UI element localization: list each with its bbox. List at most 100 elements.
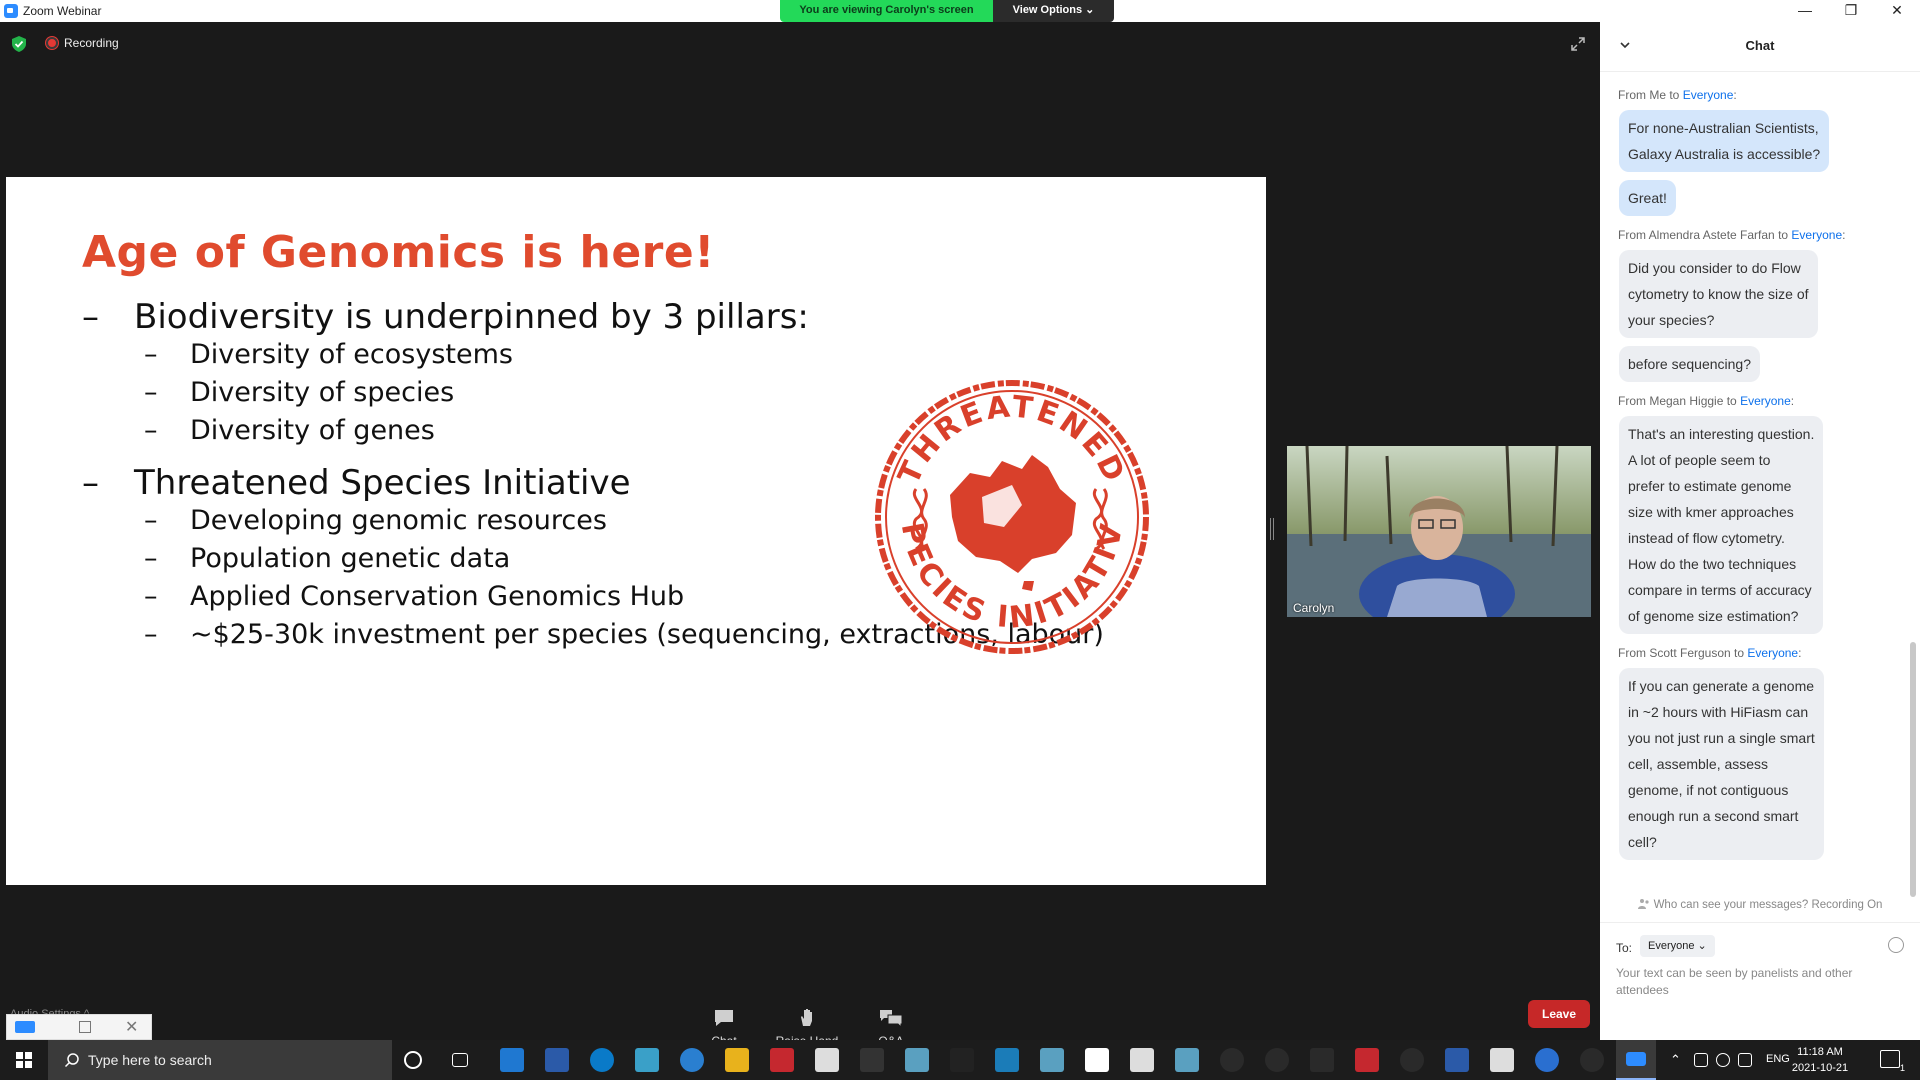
github-icon[interactable] — [1400, 1048, 1424, 1072]
notification-icon[interactable]: 1 — [1880, 1050, 1905, 1073]
app-icon-cyan-3[interactable] — [1175, 1048, 1199, 1072]
restore-button[interactable]: ❐ — [1828, 0, 1874, 22]
chat-message-input[interactable] — [1616, 965, 1906, 1025]
app-icon-shield[interactable] — [1445, 1048, 1469, 1072]
leave-button[interactable]: Leave — [1528, 1000, 1590, 1028]
chat-message-line: Great! — [1628, 190, 1667, 206]
app-icon-grey[interactable] — [815, 1048, 839, 1072]
app-icon-w[interactable] — [1310, 1048, 1334, 1072]
sender-suffix: : — [1798, 646, 1802, 660]
close-button[interactable]: ✕ — [1874, 0, 1920, 22]
r-app-icon[interactable] — [1535, 1048, 1559, 1072]
recipient-link[interactable]: Everyone — [1683, 88, 1734, 102]
taskbar-clock[interactable]: 11:18 AM 2021-10-21 — [1790, 1044, 1850, 1076]
battery-icon[interactable] — [1694, 1053, 1708, 1067]
chat-message-line: genome, if not contiguous — [1628, 782, 1789, 798]
bullet-text: Biodiversity is underpinned by 3 pillars… — [134, 297, 809, 337]
chat-message-sender: From Megan Higgie to Everyone: — [1618, 394, 1794, 408]
edge-icon[interactable] — [590, 1048, 614, 1072]
slide-bullet: – Diversity of genes — [144, 415, 435, 446]
app-icon-circle[interactable] — [1220, 1048, 1244, 1072]
zoom-mini-icon[interactable] — [15, 1021, 35, 1033]
app-icon-white[interactable] — [1085, 1048, 1109, 1072]
bullet-dash: – — [144, 619, 158, 650]
chat-scrollbar[interactable] — [1910, 642, 1916, 897]
bullet-text: Diversity of ecosystems — [190, 339, 513, 370]
participant-video[interactable]: Carolyn — [1287, 446, 1591, 617]
app-icon-grey-3[interactable] — [1490, 1048, 1514, 1072]
file-explorer-icon[interactable] — [725, 1048, 749, 1072]
slide-bullet: – Applied Conservation Genomics Hub — [144, 581, 684, 612]
app-icon-red[interactable] — [770, 1048, 794, 1072]
chat-header: Chat — [1600, 22, 1920, 72]
chat-message-line: prefer to estimate genome — [1628, 478, 1792, 494]
recipient-select[interactable]: Everyone ⌄ — [1640, 935, 1715, 957]
sender-suffix: : — [1842, 228, 1846, 242]
chat-message-bubble[interactable]: For none-Australian Scientists, Galaxy Au… — [1619, 110, 1830, 172]
bullet-text: Population genetic data — [190, 543, 511, 574]
viewing-banner: You are viewing Carolyn's screen — [780, 0, 993, 22]
chat-message-bubble[interactable]: Great! — [1619, 180, 1676, 216]
app-icon-cyan-2[interactable] — [1040, 1048, 1064, 1072]
shared-screen-slide: Age of Genomics is here! – Biodiversity i… — [6, 177, 1266, 885]
view-options-button[interactable]: View Options ⌄ — [993, 0, 1114, 22]
app-icon-circle-2[interactable] — [1265, 1048, 1289, 1072]
chat-message-bubble[interactable]: That's an interesting question. A lot of … — [1619, 416, 1824, 634]
chat-message-bubble[interactable]: If you can generate a genome in ~2 hours … — [1619, 668, 1824, 860]
app-icon-red-2[interactable] — [1355, 1048, 1379, 1072]
task-view-icon[interactable] — [452, 1053, 468, 1067]
cortana-icon[interactable] — [404, 1051, 422, 1069]
volume-icon[interactable] — [1738, 1053, 1752, 1067]
recipient-link[interactable]: Everyone — [1740, 394, 1791, 408]
app-icon-grey-2[interactable] — [1130, 1048, 1154, 1072]
app-icon-cyan[interactable] — [905, 1048, 929, 1072]
tray-chevron-icon[interactable]: ⌃ — [1670, 1052, 1681, 1068]
app-icon-blue-2[interactable] — [995, 1048, 1019, 1072]
graduation-cap-icon[interactable] — [860, 1048, 884, 1072]
bullet-dash: – — [144, 339, 158, 370]
recipient-link[interactable]: Everyone — [1747, 646, 1798, 660]
close-mini-icon[interactable]: ✕ — [125, 1017, 138, 1037]
chat-message-line: If you can generate a genome — [1628, 678, 1815, 694]
bullet-dash: – — [144, 377, 158, 408]
chat-panel: Chat From Me to Everyone: For none-Austra… — [1600, 22, 1920, 1040]
app-icon-teal[interactable] — [635, 1048, 659, 1072]
zoom-taskbar-icon[interactable] — [1616, 1040, 1656, 1080]
fullscreen-icon[interactable] — [1570, 36, 1586, 52]
emoji-icon[interactable] — [1888, 937, 1904, 953]
bullet-text: Threatened Species Initiative — [134, 463, 631, 503]
chat-message-list[interactable]: From Me to Everyone: For none-Australian … — [1600, 74, 1920, 922]
windows-start-icon[interactable] — [0, 1040, 48, 1080]
privacy-note[interactable]: Who can see your messages? Recording On — [1600, 898, 1920, 911]
panel-splitter[interactable] — [1270, 518, 1274, 540]
app-icon-blue[interactable] — [545, 1048, 569, 1072]
maximize-mini-icon[interactable] — [79, 1021, 91, 1033]
chat-message-line: A lot of people seem to — [1628, 452, 1771, 468]
clock-date: 2021-10-21 — [1791, 1062, 1849, 1074]
recipient-link[interactable]: Everyone — [1791, 228, 1842, 242]
chat-message-bubble[interactable]: Did you consider to do Flow cytometry to … — [1619, 250, 1818, 338]
chat-message-line: cytometry to know the size of — [1628, 286, 1809, 302]
app-icon-circle-3[interactable] — [1580, 1048, 1604, 1072]
shield-icon[interactable] — [12, 36, 26, 52]
taskbar-search-box[interactable]: Type here to search — [48, 1040, 392, 1080]
people-icon — [1637, 899, 1649, 909]
network-icon[interactable] — [1716, 1053, 1730, 1067]
app-icon-dark[interactable] — [950, 1048, 974, 1072]
slide-title: Age of Genomics is here! — [82, 227, 715, 278]
bullet-text: Developing genomic resources — [190, 505, 607, 536]
bullet-text: Diversity of genes — [190, 415, 435, 446]
minimize-button[interactable]: — — [1782, 0, 1828, 22]
notification-count: 1 — [1899, 1063, 1905, 1073]
slide-bullet: – Population genetic data — [144, 543, 510, 574]
internet-explorer-icon[interactable] — [500, 1048, 524, 1072]
title-bar: Zoom Webinar You are viewing Carolyn's s… — [0, 0, 1920, 22]
raise-hand-icon — [801, 1009, 812, 1026]
chat-message-bubble[interactable]: before sequencing? — [1619, 346, 1760, 382]
chat-input-area: To: Everyone ⌄ — [1600, 922, 1920, 1040]
browser-globe-icon[interactable] — [680, 1048, 704, 1072]
participant-name: Carolyn — [1293, 601, 1335, 615]
threatened-species-initiative-logo: THREATENED SPECIES INITIATIVE — [872, 377, 1149, 654]
language-indicator[interactable]: ENG — [1766, 1053, 1790, 1065]
chat-message-line: enough run a second smart — [1628, 808, 1799, 824]
